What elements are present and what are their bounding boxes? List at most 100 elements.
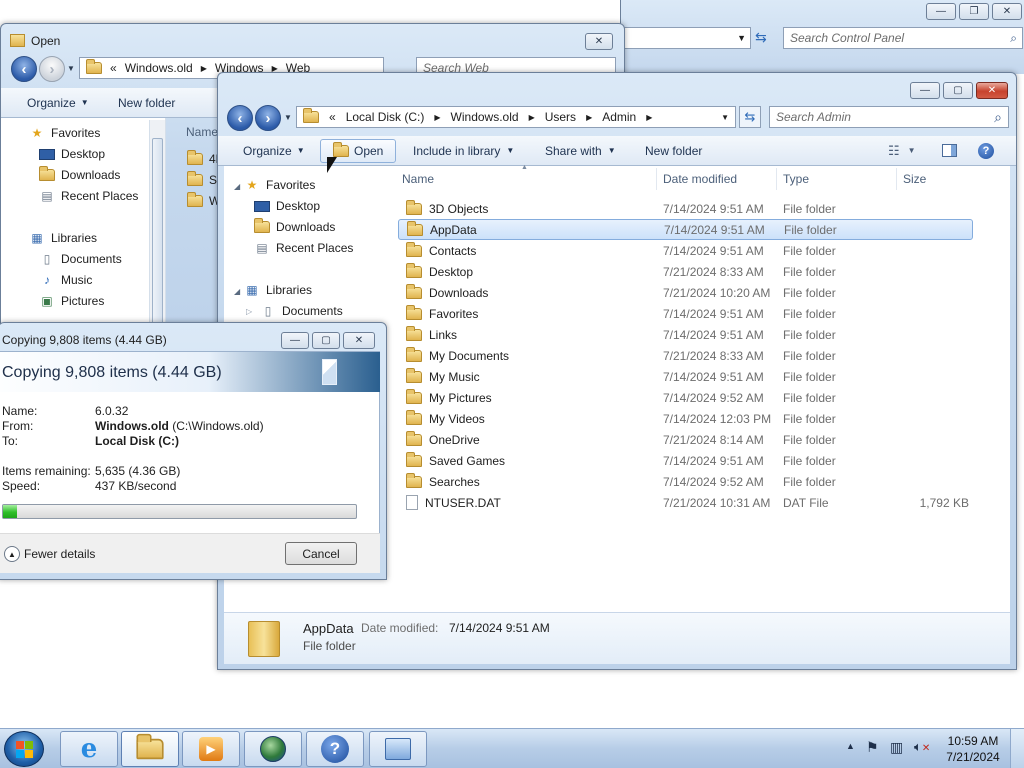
file-row[interactable]: My Videos 7/14/2024 12:03 PM File folder [398, 408, 973, 429]
show-desktop-button[interactable] [1010, 729, 1024, 768]
include-in-library-button[interactable]: Include in library ▼ [413, 136, 514, 165]
open-column-name[interactable]: Name [186, 125, 218, 139]
address-history-chevron-icon[interactable]: ▼ [721, 113, 729, 122]
minimize-button[interactable]: — [910, 82, 940, 99]
minimize-button[interactable]: — [926, 3, 956, 20]
breadcrumb-local-disk[interactable]: Local Disk (C:) [346, 110, 425, 124]
back-button[interactable]: ‹ [227, 105, 253, 131]
breadcrumb-users[interactable]: Users [545, 110, 576, 124]
clock[interactable]: 10:59 AM 7/21/2024 [940, 733, 1006, 765]
file-row[interactable]: NTUSER.DAT 7/21/2024 10:31 AM DAT File 1,79… [398, 492, 973, 513]
nav-libraries[interactable]: ▦ Libraries [244, 283, 312, 297]
chevron-right-icon[interactable]: ▶ [201, 64, 207, 73]
maximize-button[interactable]: ▢ [943, 82, 973, 99]
nav-pictures[interactable]: ▣ Pictures [39, 294, 104, 308]
breadcrumb-windows-old[interactable]: Windows.old [125, 61, 193, 75]
volume-muted-icon[interactable]: 🔈︎✕ [914, 739, 930, 755]
new-folder-button[interactable]: New folder [118, 88, 175, 117]
file-row[interactable]: AppData 7/14/2024 9:51 AM File folder [398, 219, 973, 240]
refresh-button[interactable]: ⇆ [739, 106, 761, 128]
file-row[interactable]: Searches 7/14/2024 9:52 AM File folder [398, 471, 973, 492]
collapse-arrow-icon[interactable]: ▷ [246, 307, 252, 316]
network-icon[interactable]: ▥ [890, 739, 903, 756]
help-button[interactable]: ? [978, 136, 994, 165]
nav-downloads[interactable]: Downloads [254, 218, 335, 234]
file-row[interactable]: OneDrive 7/21/2024 8:14 AM File folder [398, 429, 973, 450]
close-button[interactable]: ✕ [992, 3, 1022, 20]
organize-button[interactable]: Organize ▼ [27, 88, 89, 117]
close-button[interactable]: ✕ [585, 33, 613, 50]
minimize-button[interactable]: — [281, 332, 309, 349]
column-header-type[interactable]: Type [783, 172, 809, 186]
expand-arrow-icon[interactable]: ◢ [234, 287, 240, 296]
open-list-item[interactable]: W [187, 192, 220, 208]
refresh-icon[interactable]: ⇆ [755, 29, 767, 46]
forward-button[interactable]: › [255, 105, 281, 131]
file-row[interactable]: Downloads 7/21/2024 10:20 AM File folder [398, 282, 973, 303]
file-row[interactable]: Favorites 7/14/2024 9:51 AM File folder [398, 303, 973, 324]
organize-button[interactable]: Organize ▼ [243, 136, 305, 165]
nav-recent-places[interactable]: ▤ Recent Places [39, 189, 138, 203]
preview-pane-button[interactable] [942, 136, 957, 165]
back-button[interactable]: ‹ [11, 56, 37, 82]
file-row[interactable]: Desktop 7/21/2024 8:33 AM File folder [398, 261, 973, 282]
file-row[interactable]: My Pictures 7/14/2024 9:52 AM File folder [398, 387, 973, 408]
column-divider[interactable] [776, 168, 777, 190]
nav-documents[interactable]: ▯ Documents [260, 304, 343, 318]
column-divider[interactable] [656, 168, 657, 190]
close-button[interactable]: ✕ [976, 82, 1008, 99]
file-row[interactable]: My Music 7/14/2024 9:51 AM File folder [398, 366, 973, 387]
explorer-search-input[interactable]: Search Admin ⌕ [769, 106, 1009, 128]
forward-button[interactable]: › [39, 56, 65, 82]
nav-desktop[interactable]: Desktop [254, 199, 320, 213]
breadcrumb-windows-old[interactable]: Windows.old [451, 110, 519, 124]
new-folder-button[interactable]: New folder [645, 136, 702, 165]
action-center-flag-icon[interactable]: ⚑ [866, 739, 879, 756]
chevron-right-icon[interactable]: ▶ [434, 113, 440, 122]
control-panel-address-bar[interactable]: ▼ [621, 27, 751, 49]
file-row[interactable]: Contacts 7/14/2024 9:51 AM File folder [398, 240, 973, 261]
column-header-size[interactable]: Size [903, 172, 926, 186]
file-row[interactable]: Links 7/14/2024 9:51 AM File folder [398, 324, 973, 345]
file-row[interactable]: My Documents 7/21/2024 8:33 AM File folder [398, 345, 973, 366]
chevron-right-icon[interactable]: ▶ [586, 113, 592, 122]
taskbar-network[interactable] [244, 731, 302, 767]
breadcrumb-overflow[interactable]: « [329, 110, 336, 124]
taskbar-media-player[interactable]: ▶ [182, 731, 240, 767]
share-with-button[interactable]: Share with ▼ [545, 136, 616, 165]
nav-favorites[interactable]: ★ Favorites [29, 126, 101, 140]
restore-button[interactable]: ❐ [959, 3, 989, 20]
taskbar-windows-explorer[interactable] [121, 731, 179, 767]
expand-arrow-icon[interactable]: ◢ [234, 182, 240, 191]
scrollbar[interactable] [149, 120, 165, 342]
cancel-button[interactable]: Cancel [285, 542, 357, 565]
nav-recent-places[interactable]: ▤ Recent Places [254, 241, 353, 255]
column-divider[interactable] [896, 168, 897, 190]
breadcrumb-admin[interactable]: Admin [602, 110, 636, 124]
change-view-button[interactable]: ☷ ▼ [888, 136, 916, 165]
nav-libraries[interactable]: ▦ Libraries [29, 231, 97, 245]
close-button[interactable]: ✕ [343, 332, 375, 349]
chevron-right-icon[interactable]: ▶ [529, 113, 535, 122]
scroll-thumb[interactable] [152, 138, 163, 338]
file-row[interactable]: 3D Objects 7/14/2024 9:51 AM File folder [398, 198, 973, 219]
start-button[interactable] [4, 731, 44, 767]
column-header-name[interactable]: Name [402, 172, 434, 186]
fewer-details-button[interactable]: ▲ Fewer details [4, 546, 95, 562]
chevron-right-icon[interactable]: ▶ [646, 113, 652, 122]
chevron-down-icon[interactable]: ▼ [67, 64, 75, 73]
to-value[interactable]: Local Disk (C:) [95, 434, 179, 448]
nav-music[interactable]: ♪ Music [39, 273, 92, 287]
nav-favorites[interactable]: ★ Favorites [244, 178, 316, 192]
nav-documents[interactable]: ▯ Documents [39, 252, 122, 266]
show-hidden-icons-button[interactable]: ▲ [846, 741, 855, 751]
from-folder[interactable]: Windows.old [95, 419, 169, 433]
taskbar-internet-explorer[interactable]: e [60, 731, 118, 767]
file-row[interactable]: Saved Games 7/14/2024 9:51 AM File folder [398, 450, 973, 471]
taskbar-help[interactable]: ? [306, 731, 364, 767]
explorer-address-bar[interactable]: « Local Disk (C:) ▶ Windows.old ▶ Users … [296, 106, 736, 128]
maximize-button[interactable]: ▢ [312, 332, 340, 349]
nav-downloads[interactable]: Downloads [39, 166, 120, 182]
taskbar-control-panel[interactable] [369, 731, 427, 767]
control-panel-search-input[interactable]: Search Control Panel ⌕ [783, 27, 1023, 49]
